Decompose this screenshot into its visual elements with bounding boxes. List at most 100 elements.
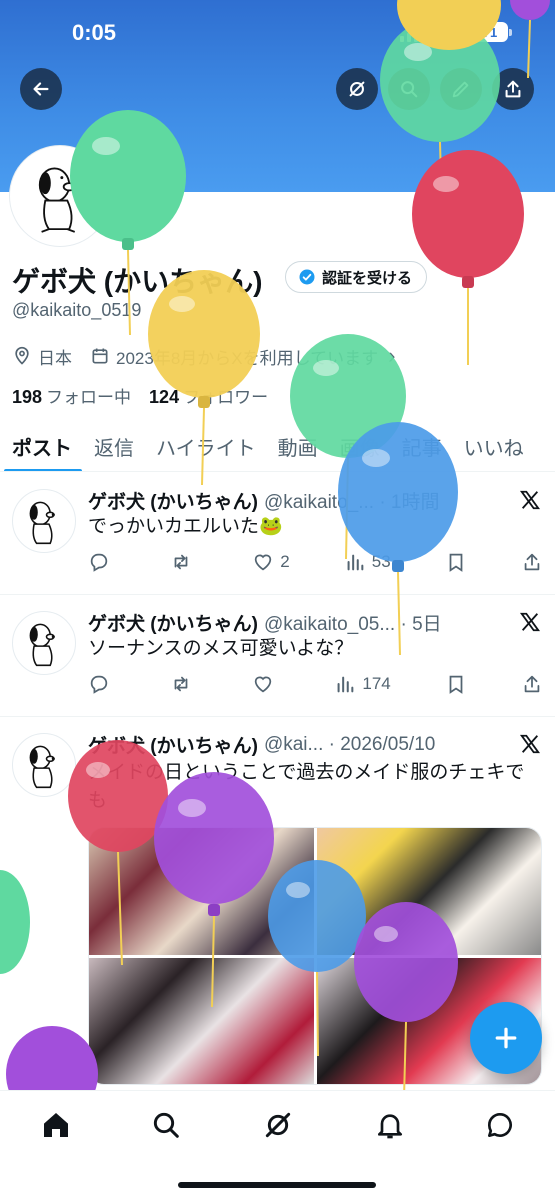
post-handle-time: @kai... · 2026/05/10 [263,733,436,755]
post[interactable]: ゲボ犬 (かいちゃん) @kaikaito_... · 1時間 でっかいカエルい… [0,473,555,595]
share-post-button[interactable] [521,551,543,573]
status-bar: 0:05 4G 71 [0,0,555,66]
post-text: メイドの日ということで過去のメイド服のチェキでも [88,762,525,811]
followers-count: 124 [149,387,180,407]
verified-badge-icon [299,269,315,285]
repost-button[interactable] [170,551,198,573]
tab-videos[interactable]: 動画 [278,420,318,471]
following-label: フォロー中 [46,388,132,407]
post-avatar[interactable] [12,611,76,675]
post-actions: 174 [88,673,543,695]
post-header: ゲボ犬 (かいちゃん) @kaikaito_05... · 5日 [88,609,442,636]
share-icon [505,80,521,98]
snoopy-avatar-image [29,745,55,789]
reply-button[interactable] [88,551,116,573]
share-post-button[interactable] [521,673,543,695]
post-author[interactable]: ゲボ犬 (かいちゃん) [88,487,258,514]
views-chart-icon [347,554,364,571]
x-logo-icon[interactable] [519,733,541,755]
bell-icon [378,1114,402,1139]
back-button[interactable] [20,68,62,110]
post-header: ゲボ犬 (かいちゃん) @kaikaito_... · 1時間 [88,487,440,514]
bookmark-button[interactable] [445,551,467,573]
get-verified-label: 認証を受ける [322,269,413,287]
profile-meta: 日本 2023年8月からXを利用しています › [12,343,395,369]
snoopy-avatar-image [29,501,55,545]
tab-highlights[interactable]: ハイライト [156,420,256,471]
following-link[interactable]: 198 フォロー中 [12,387,132,407]
tab-posts[interactable]: ポスト [4,420,82,471]
bookmark-icon [449,553,463,572]
repost-icon [174,676,188,692]
post-text: でっかいカエルいた🐸 [88,516,283,537]
grok-icon [265,1112,291,1138]
views-button[interactable]: 53 [344,551,391,573]
tab-photos[interactable]: 画像 [340,420,380,471]
grok-icon [349,81,365,97]
chevron-right-icon[interactable]: › [388,343,395,369]
post-avatar[interactable] [12,489,76,553]
compose-post-button[interactable] [470,1002,542,1074]
nav-grok[interactable] [262,1109,294,1141]
media-photo[interactable] [89,828,314,955]
location-icon [15,346,29,365]
repost-button[interactable] [170,673,198,695]
follow-stats: 198 フォロー中 124 フォロワー [12,383,268,408]
chat-icon [487,1112,512,1137]
nav-home[interactable] [40,1109,72,1141]
post-avatar[interactable] [12,733,76,797]
like-button[interactable] [252,673,280,695]
edit-icon [452,81,469,98]
back-arrow-icon [33,82,49,96]
get-verified-button[interactable]: 認証を受ける [285,261,428,293]
share-icon [524,553,540,571]
share-button[interactable] [492,68,534,110]
post-author[interactable]: ゲボ犬 (かいちゃん) [88,731,258,758]
calendar-icon [92,348,108,364]
profile-avatar[interactable] [10,146,110,246]
post-handle-time: @kaikaito_... · 1時間 [263,492,440,513]
reply-icon [90,675,108,694]
reply-icon [90,553,108,572]
following-count: 198 [12,387,43,407]
home-indicator[interactable] [178,1182,376,1188]
search-button[interactable] [388,68,430,110]
post[interactable]: ゲボ犬 (かいちゃん) @kaikaito_05... · 5日 ソーナンスのメ… [0,595,555,717]
profile-joined: 2023年8月からXを利用しています [116,348,379,368]
tab-articles[interactable]: 記事 [402,420,442,471]
profile-location: 日本 [38,348,72,368]
post-author[interactable]: ゲボ犬 (かいちゃん) [88,609,258,636]
share-icon [524,675,540,693]
home-icon [44,1113,68,1137]
post-header: ゲボ犬 (かいちゃん) @kai... · 2026/05/10 [88,731,435,758]
tab-likes[interactable]: いいね [464,420,524,471]
x-logo-icon[interactable] [519,611,541,633]
status-time: 0:05 [72,20,117,45]
repost-icon [174,554,188,570]
plus-icon [495,1027,517,1049]
bookmark-button[interactable] [445,673,467,695]
views-button[interactable]: 174 [334,673,391,695]
tab-replies[interactable]: 返信 [94,420,134,471]
followers-link[interactable]: 124 フォロワー [149,387,268,407]
like-count: 2 [280,552,290,571]
post-actions: 2 53 [88,551,543,573]
battery-icon: 71 [472,22,512,42]
nav-search[interactable] [150,1109,182,1141]
nav-notifications[interactable] [374,1109,406,1141]
reply-button[interactable] [88,673,116,695]
heart-icon [255,554,272,571]
grok-button[interactable] [336,68,378,110]
snoopy-avatar-image [29,623,55,667]
profile-handle: @kaikaito_0519 [12,300,142,320]
media-photo[interactable] [316,828,541,955]
nav-messages[interactable] [484,1109,516,1141]
post-handle-time: @kaikaito_05... · 5日 [263,614,442,635]
like-button[interactable]: 2 [252,551,290,573]
search-icon [153,1112,179,1138]
snoopy-avatar-image [38,167,76,233]
edit-button[interactable] [440,68,482,110]
media-photo[interactable] [89,957,314,1084]
x-logo-icon[interactable] [519,489,541,511]
network-type: 4G [436,22,461,42]
